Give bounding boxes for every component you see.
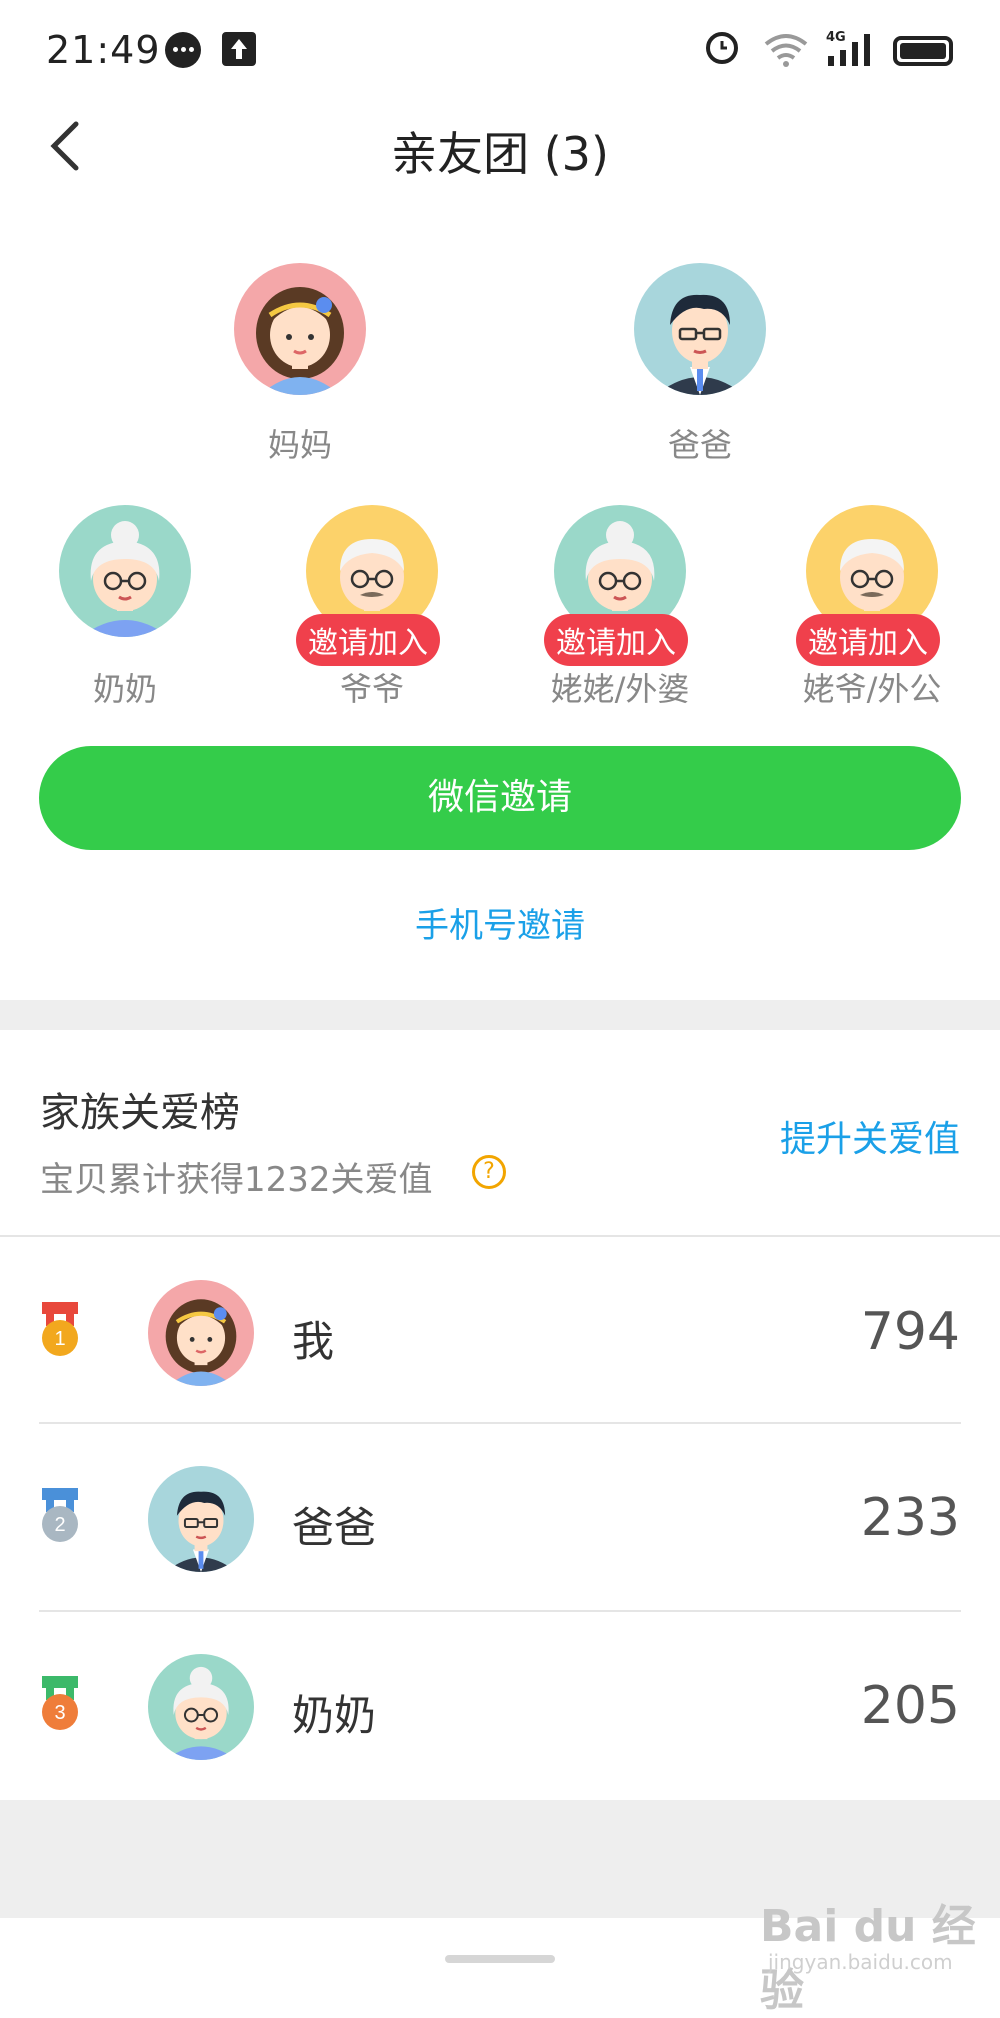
alarm-icon [706,32,738,64]
rank-avatar-grandma[interactable] [148,1654,254,1760]
rank-avatar-me[interactable] [148,1280,254,1386]
medal-rank-3: 3 [54,1702,65,1724]
row-divider [39,1422,961,1424]
ranking-subtitle: 宝贝累计获得1232关爱值 [40,1160,433,1200]
member-name-grandma: 奶奶 [92,670,157,708]
divider [0,1235,1000,1237]
member-name-maternal-grandpa: 姥爷/外公 [802,670,942,708]
phone-invite-link[interactable]: 手机号邀请 [0,898,1000,947]
invite-badge-maternal-grandma[interactable]: 邀请加入 [544,614,688,666]
bronze-medal-icon: 3 [38,1676,82,1736]
battery-icon [893,36,953,66]
wifi-icon [764,32,808,68]
dad-avatar[interactable] [634,263,766,395]
home-indicator[interactable] [445,1955,555,1963]
member-name-grandpa: 爷爷 [339,670,404,708]
member-name-dad: 爸爸 [667,426,732,464]
rank-name-grandma: 奶奶 [292,1691,377,1740]
grandma-avatar[interactable] [59,505,191,637]
member-name-mom: 妈妈 [267,426,332,464]
mom-avatar[interactable] [234,263,366,395]
rank-name-dad: 爸爸 [292,1503,377,1552]
upload-icon [222,32,256,66]
wechat-invite-button[interactable]: 微信邀请 [39,746,961,850]
improve-care-link[interactable]: 提升关爱值 [780,1110,960,1162]
gold-medal-icon: 1 [38,1302,82,1362]
message-icon [165,32,201,68]
invite-badge-maternal-grandpa[interactable]: 邀请加入 [796,614,940,666]
page-title: 亲友团 (3) [391,127,609,181]
silver-medal-icon: 2 [38,1488,82,1548]
medal-rank-1: 1 [54,1328,65,1350]
rank-score-grandma: 205 [860,1676,960,1736]
rank-avatar-dad[interactable] [148,1466,254,1572]
watermark-url: jingyan.baidu.com [768,1950,953,1974]
row-divider [39,1610,961,1612]
signal-icon: 4G [826,30,876,68]
rank-score-dad: 233 [860,1488,960,1548]
medal-rank-2: 2 [54,1514,65,1536]
help-icon[interactable]: ? [472,1155,506,1189]
network-type: 4G [826,30,846,45]
rank-name-me: 我 [292,1317,335,1366]
ranking-title: 家族关爱榜 [40,1090,240,1136]
section-divider-band [0,1000,1000,1030]
rank-score-me: 794 [860,1302,960,1362]
member-name-maternal-grandma: 姥姥/外婆 [550,670,690,708]
invite-badge-grandpa[interactable]: 邀请加入 [296,614,440,666]
status-time: 21:49 [46,28,161,72]
